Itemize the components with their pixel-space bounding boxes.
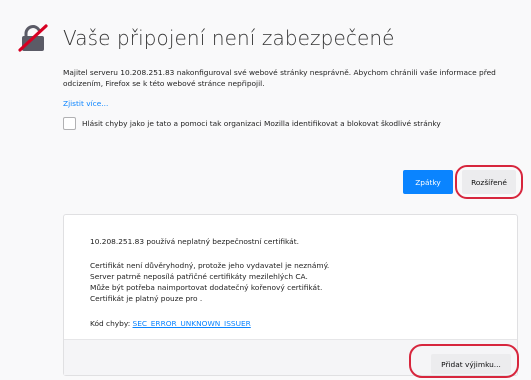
certificate-detail-line: Server patrně neposílá patřičné certifik… [90, 272, 308, 281]
certificate-detail-line: Může být potřeba naimportovat dodatečný … [90, 283, 323, 292]
certificate-detail-line: Certifikát je platný pouze pro . [90, 294, 203, 303]
broken-lock-icon [18, 24, 48, 52]
certificate-error-page: Vaše připojení není zabezpečené Majitel … [0, 0, 531, 380]
report-errors-label: Hlásit chyby jako je tato a pomoci tak o… [82, 119, 441, 128]
certificate-detail-line: Certifikát není důvěryhodný, protože jeh… [90, 261, 330, 270]
error-short-description: Majitel serveru 10.208.251.83 nakonfigur… [63, 68, 496, 88]
host-certificate-message: 10.208.251.83 používá neplatný bezpečnos… [90, 237, 299, 246]
report-errors-checkbox[interactable] [63, 117, 76, 130]
learn-more-link[interactable]: Zjistit více... [63, 99, 108, 108]
error-code-label: Kód chyby: [90, 319, 131, 328]
page-title: Vaše připojení není zabezpečené [63, 26, 395, 50]
advanced-button[interactable]: Rozšířené [462, 170, 516, 194]
error-code-link[interactable]: SEC_ERROR_UNKNOWN_ISSUER [133, 319, 251, 328]
report-errors-row[interactable]: Hlásit chyby jako je tato a pomoci tak o… [63, 117, 515, 133]
back-button[interactable]: Zpátky [403, 170, 453, 194]
error-code-line: Kód chyby: SEC_ERROR_UNKNOWN_ISSUER [90, 318, 251, 329]
add-exception-button[interactable]: Přidat výjimku... [431, 354, 511, 374]
advanced-panel: 10.208.251.83 používá neplatný bezpečnos… [63, 214, 518, 376]
